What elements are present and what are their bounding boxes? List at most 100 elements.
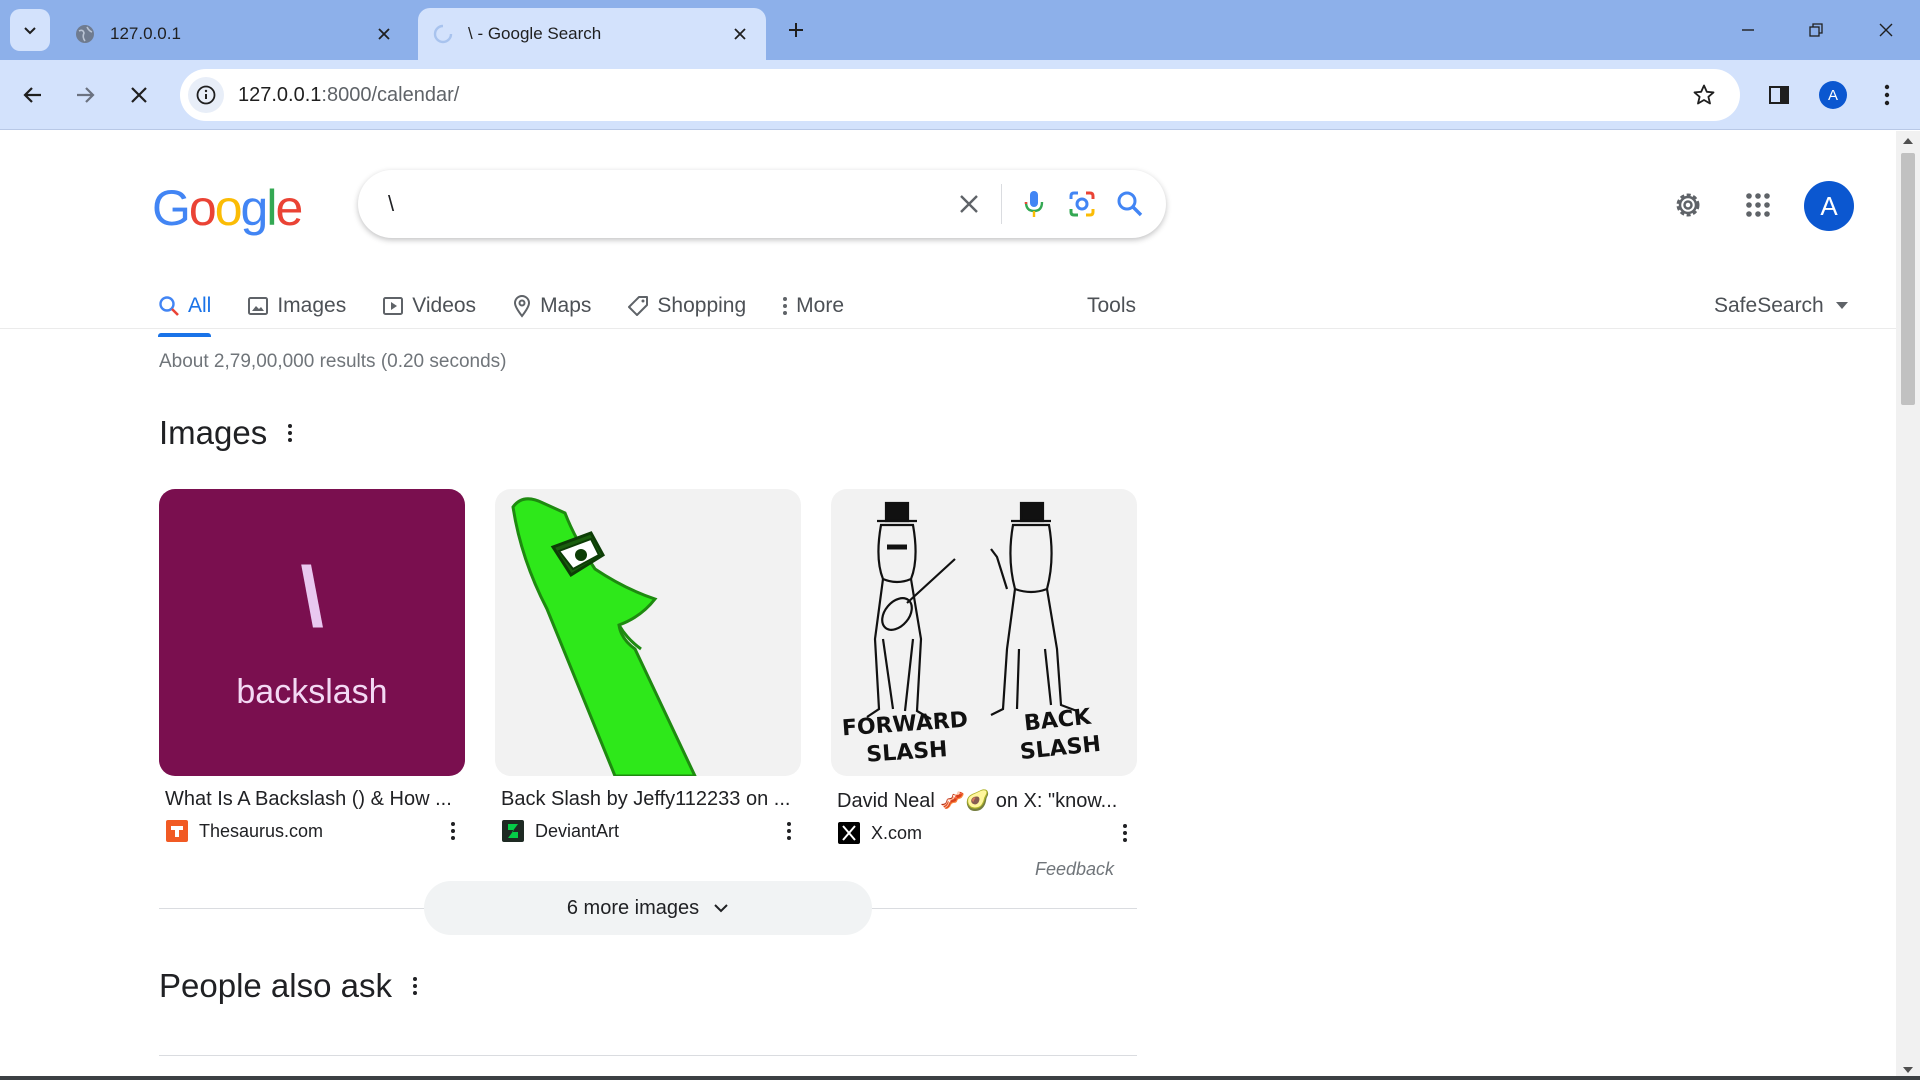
green-backslash-character-image [511, 497, 697, 776]
tab-label: Shopping [657, 294, 747, 317]
google-logo[interactable]: Google [152, 179, 303, 237]
tab-images[interactable]: Images [247, 281, 346, 331]
kebab-menu-icon[interactable] [1113, 823, 1137, 843]
tab-search-button[interactable] [10, 9, 50, 51]
apps-grid-icon [1746, 193, 1770, 217]
account-avatar[interactable]: A [1804, 181, 1854, 231]
search-nav-tabs: All Images Videos Maps Shopping More [158, 281, 880, 337]
tab-localhost[interactable]: 127.0.0.1 [60, 8, 410, 60]
images-section-title: Images [159, 414, 293, 452]
image-thumbnail[interactable]: FORWARD SLASH BACK SLASH [831, 489, 1137, 776]
image-result-card[interactable]: FORWARD SLASH BACK SLASH David Neal 🥓🥑 o… [831, 489, 1137, 845]
tab-label: Maps [540, 294, 592, 317]
address-bar[interactable]: 127.0.0.1:8000/calendar/ [180, 69, 1740, 121]
tools-button[interactable]: Tools [1087, 281, 1136, 331]
tab-maps[interactable]: Maps [512, 281, 591, 331]
tab-all[interactable]: All [158, 281, 212, 337]
section-heading: People also ask [159, 967, 392, 1004]
tab-more[interactable]: More [782, 281, 844, 331]
kebab-menu-icon[interactable] [441, 821, 465, 841]
search-icon[interactable] [1106, 180, 1154, 228]
stop-loading-button[interactable] [118, 74, 160, 116]
map-pin-icon [514, 295, 531, 318]
image-thumbnail[interactable]: \ backslash [159, 489, 465, 776]
minimize-button[interactable] [1720, 6, 1776, 54]
browser-menu-button[interactable] [1866, 74, 1908, 116]
side-panel-icon [1769, 86, 1789, 104]
gear-icon [1676, 193, 1700, 217]
image-source: X.com [831, 821, 1137, 845]
tab-close-icon[interactable] [728, 22, 752, 46]
settings-button[interactable] [1664, 181, 1712, 229]
image-caption[interactable]: Back Slash by Jeffy112233 on ... [495, 788, 795, 811]
tab-strip: 127.0.0.1 \ - Google Search [0, 0, 1920, 60]
search-input[interactable]: \ [388, 191, 945, 217]
url-text[interactable]: 127.0.0.1:8000/calendar/ [238, 84, 1684, 107]
restore-button[interactable] [1788, 6, 1844, 54]
globe-icon [74, 23, 96, 45]
image-source: Thesaurus.com [159, 819, 465, 843]
bookmark-star-icon[interactable] [1684, 75, 1724, 115]
close-icon [131, 87, 147, 103]
tab-videos[interactable]: Videos [382, 281, 476, 331]
url-path: :8000/calendar/ [321, 83, 460, 106]
arrow-left-icon [23, 87, 41, 103]
people-also-ask-title: People also ask [159, 967, 418, 1005]
image-caption[interactable]: David Neal 🥓🥑 on X: "know... [831, 788, 1131, 813]
minimize-icon [1742, 29, 1754, 31]
clear-search-icon[interactable] [945, 180, 993, 228]
plus-icon [789, 23, 803, 37]
more-images-button[interactable]: 6 more images [424, 881, 872, 935]
forward-button[interactable] [64, 74, 106, 116]
tab-close-icon[interactable] [372, 22, 396, 46]
scrollbar-thumb[interactable] [1901, 153, 1915, 405]
tab-label: Videos [412, 294, 477, 317]
tab-title: \ - Google Search [468, 24, 602, 43]
image-result-card[interactable]: Back Slash by Jeffy112233 on ... Deviant… [495, 489, 801, 843]
tab-google-search[interactable]: \ - Google Search [418, 8, 766, 60]
dropdown-arrow-icon [1835, 302, 1848, 309]
image-icon [248, 297, 269, 315]
page-content: Google \ A All Images Videos Maps Shoppi… [0, 131, 1896, 1080]
kebab-menu-icon[interactable] [777, 821, 801, 841]
tab-label: More [796, 294, 845, 317]
arrow-right-icon [77, 87, 95, 103]
tab-shopping[interactable]: Shopping [627, 281, 746, 331]
chevron-down-icon [714, 904, 728, 913]
browser-toolbar: 127.0.0.1:8000/calendar/ A [0, 60, 1920, 130]
site-info-icon[interactable] [188, 77, 224, 113]
back-button[interactable] [12, 74, 54, 116]
scroll-up-arrow-icon[interactable] [1896, 131, 1920, 151]
loading-spinner-icon [432, 23, 454, 45]
window-close-button[interactable] [1858, 6, 1914, 54]
source-name: X.com [871, 822, 923, 843]
profile-avatar: A [1819, 81, 1847, 109]
divider [159, 1055, 1137, 1056]
deviantart-favicon-icon [501, 819, 525, 843]
divider [1001, 184, 1002, 224]
microphone-icon[interactable] [1010, 180, 1058, 228]
image-caption[interactable]: What Is A Backslash () & How ... [159, 788, 459, 811]
window-bottom-edge [0, 1076, 1920, 1080]
apps-button[interactable] [1734, 181, 1782, 229]
kebab-menu-icon[interactable] [287, 423, 293, 443]
profile-button[interactable]: A [1812, 74, 1854, 116]
thumbnail-text: FORWARD SLASH [841, 707, 969, 768]
side-panel-button[interactable] [1758, 74, 1800, 116]
tab-title: 127.0.0.1 [110, 24, 181, 43]
search-icon [159, 296, 179, 316]
backslash-glyph: \ [300, 550, 324, 644]
close-icon [1879, 23, 1893, 37]
tab-label: All [188, 294, 212, 317]
kebab-menu-icon[interactable] [412, 976, 418, 996]
feedback-link[interactable]: Feedback [1035, 859, 1114, 880]
safesearch-button[interactable]: SafeSearch [1714, 281, 1848, 331]
image-thumbnail[interactable] [495, 489, 801, 776]
new-tab-button[interactable] [780, 14, 812, 46]
google-lens-icon[interactable] [1058, 180, 1106, 228]
source-name: DeviantArt [535, 820, 620, 841]
search-box[interactable]: \ [358, 170, 1166, 238]
thesaurus-favicon-icon [165, 819, 189, 843]
page-scrollbar[interactable] [1896, 131, 1920, 1080]
image-result-card[interactable]: \ backslash What Is A Backslash () & How… [159, 489, 465, 843]
